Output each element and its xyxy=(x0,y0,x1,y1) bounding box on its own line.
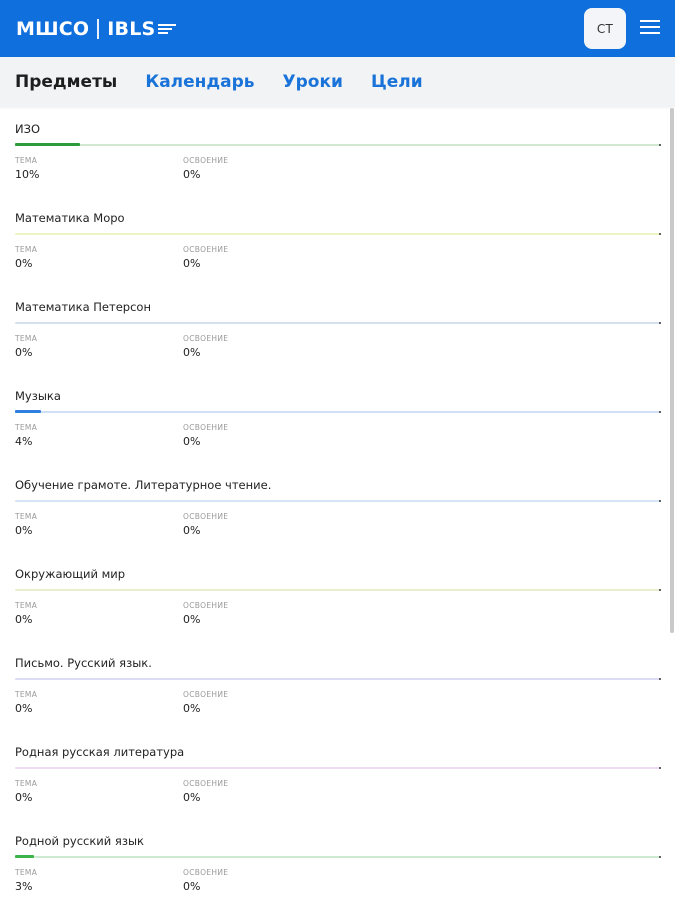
logo-stripes-icon xyxy=(158,22,177,36)
progress-end-dot xyxy=(659,322,661,324)
subject-item[interactable]: Родной русский язык ТЕМА ОСВОЕНИЕ 3% 0% xyxy=(0,820,675,900)
logo[interactable]: МШСО IBLS xyxy=(16,16,177,42)
subject-item[interactable]: Письмо. Русский язык. ТЕМА ОСВОЕНИЕ 0% 0% xyxy=(0,642,675,731)
app-root: МШСО IBLS СТ Предметы Календарь Уроки Це… xyxy=(0,0,675,900)
topic-label: ТЕМА xyxy=(15,779,38,788)
topic-value: 0% xyxy=(15,791,33,804)
mastery-value: 0% xyxy=(183,702,201,715)
subject-name: Музыка xyxy=(15,389,61,403)
topic-label: ТЕМА xyxy=(15,334,38,343)
topic-label: ТЕМА xyxy=(15,868,38,877)
progress-end-dot xyxy=(659,500,661,502)
mastery-label: ОСВОЕНИЕ xyxy=(183,868,229,877)
scrollbar[interactable] xyxy=(670,108,674,633)
mastery-value: 0% xyxy=(183,257,201,270)
subject-item[interactable]: Математика Моро ТЕМА ОСВОЕНИЕ 0% 0% xyxy=(0,197,675,286)
topic-label: ТЕМА xyxy=(15,423,38,432)
subject-item[interactable]: Математика Петерсон ТЕМА ОСВОЕНИЕ 0% 0% xyxy=(0,286,675,375)
topic-value: 0% xyxy=(15,613,33,626)
progress-track xyxy=(15,767,660,769)
mastery-label: ОСВОЕНИЕ xyxy=(183,601,229,610)
topic-value: 0% xyxy=(15,257,33,270)
progress-track xyxy=(15,500,660,502)
progress-track xyxy=(15,143,660,146)
tab-bar: Предметы Календарь Уроки Цели xyxy=(0,57,675,107)
top-bar: МШСО IBLS СТ xyxy=(0,0,675,57)
topic-label: ТЕМА xyxy=(15,156,38,165)
subject-name: Родной русский язык xyxy=(15,834,144,848)
subject-name: Обучение грамоте. Литературное чтение. xyxy=(15,478,272,492)
subject-item[interactable]: ИЗО ТЕМА ОСВОЕНИЕ 10% 0% xyxy=(0,108,675,197)
progress-track xyxy=(15,589,660,591)
mastery-value: 0% xyxy=(183,168,201,181)
mastery-value: 0% xyxy=(183,880,201,893)
progress-end-dot xyxy=(659,144,661,146)
mastery-value: 0% xyxy=(183,791,201,804)
mastery-value: 0% xyxy=(183,435,201,448)
avatar-button[interactable]: СТ xyxy=(584,8,626,49)
avatar-initials: СТ xyxy=(596,21,614,36)
mastery-label: ОСВОЕНИЕ xyxy=(183,334,229,343)
tab-subjects[interactable]: Предметы xyxy=(15,72,117,92)
progress-end-dot xyxy=(659,767,661,769)
mastery-label: ОСВОЕНИЕ xyxy=(183,512,229,521)
mastery-label: ОСВОЕНИЕ xyxy=(183,423,229,432)
progress-track xyxy=(15,233,660,235)
mastery-value: 0% xyxy=(183,346,201,359)
progress-end-dot xyxy=(659,411,661,413)
tab-goals[interactable]: Цели xyxy=(371,72,423,92)
topic-value: 3% xyxy=(15,880,33,893)
hamburger-menu-icon[interactable] xyxy=(640,20,660,36)
subject-item[interactable]: Окружающий мир ТЕМА ОСВОЕНИЕ 0% 0% xyxy=(0,553,675,642)
subject-item[interactable]: Музыка ТЕМА ОСВОЕНИЕ 4% 0% xyxy=(0,375,675,464)
topic-label: ТЕМА xyxy=(15,601,38,610)
progress-track xyxy=(15,855,660,858)
mastery-label: ОСВОЕНИЕ xyxy=(183,690,229,699)
subject-name: Математика Моро xyxy=(15,211,125,225)
topic-value: 0% xyxy=(15,702,33,715)
progress-end-dot xyxy=(659,233,661,235)
subject-name: Родная русская литература xyxy=(15,745,185,759)
subject-item[interactable]: Обучение грамоте. Литературное чтение. ТЕ… xyxy=(0,464,675,553)
mastery-label: ОСВОЕНИЕ xyxy=(183,779,229,788)
mastery-label: ОСВОЕНИЕ xyxy=(183,156,229,165)
progress-track xyxy=(15,322,660,324)
subject-item[interactable]: Родная русская литература ТЕМА ОСВОЕНИЕ 0% 0… xyxy=(0,731,675,820)
topic-value: 0% xyxy=(15,346,33,359)
progress-fill xyxy=(15,855,34,858)
progress-fill xyxy=(15,143,80,146)
topic-value: 10% xyxy=(15,168,40,181)
logo-school-text: МШСО xyxy=(16,18,90,40)
subject-name: Письмо. Русский язык. xyxy=(15,656,152,670)
subject-name: ИЗО xyxy=(15,122,41,136)
progress-end-dot xyxy=(659,678,661,680)
subject-name: Математика Петерсон xyxy=(15,300,151,314)
logo-divider xyxy=(97,19,100,39)
progress-end-dot xyxy=(659,856,661,858)
progress-track xyxy=(15,410,660,413)
logo-ibls-text: IBLS xyxy=(107,18,156,40)
topic-value: 0% xyxy=(15,524,33,537)
topic-label: ТЕМА xyxy=(15,245,38,254)
subject-name: Окружающий мир xyxy=(15,567,126,581)
mastery-value: 0% xyxy=(183,613,201,626)
tab-calendar[interactable]: Календарь xyxy=(145,72,254,92)
progress-track xyxy=(15,678,660,680)
topic-label: ТЕМА xyxy=(15,512,38,521)
progress-end-dot xyxy=(659,589,661,591)
mastery-label: ОСВОЕНИЕ xyxy=(183,245,229,254)
tab-lessons[interactable]: Уроки xyxy=(283,72,343,92)
topic-value: 4% xyxy=(15,435,33,448)
progress-fill xyxy=(15,410,41,413)
mastery-value: 0% xyxy=(183,524,201,537)
topic-label: ТЕМА xyxy=(15,690,38,699)
